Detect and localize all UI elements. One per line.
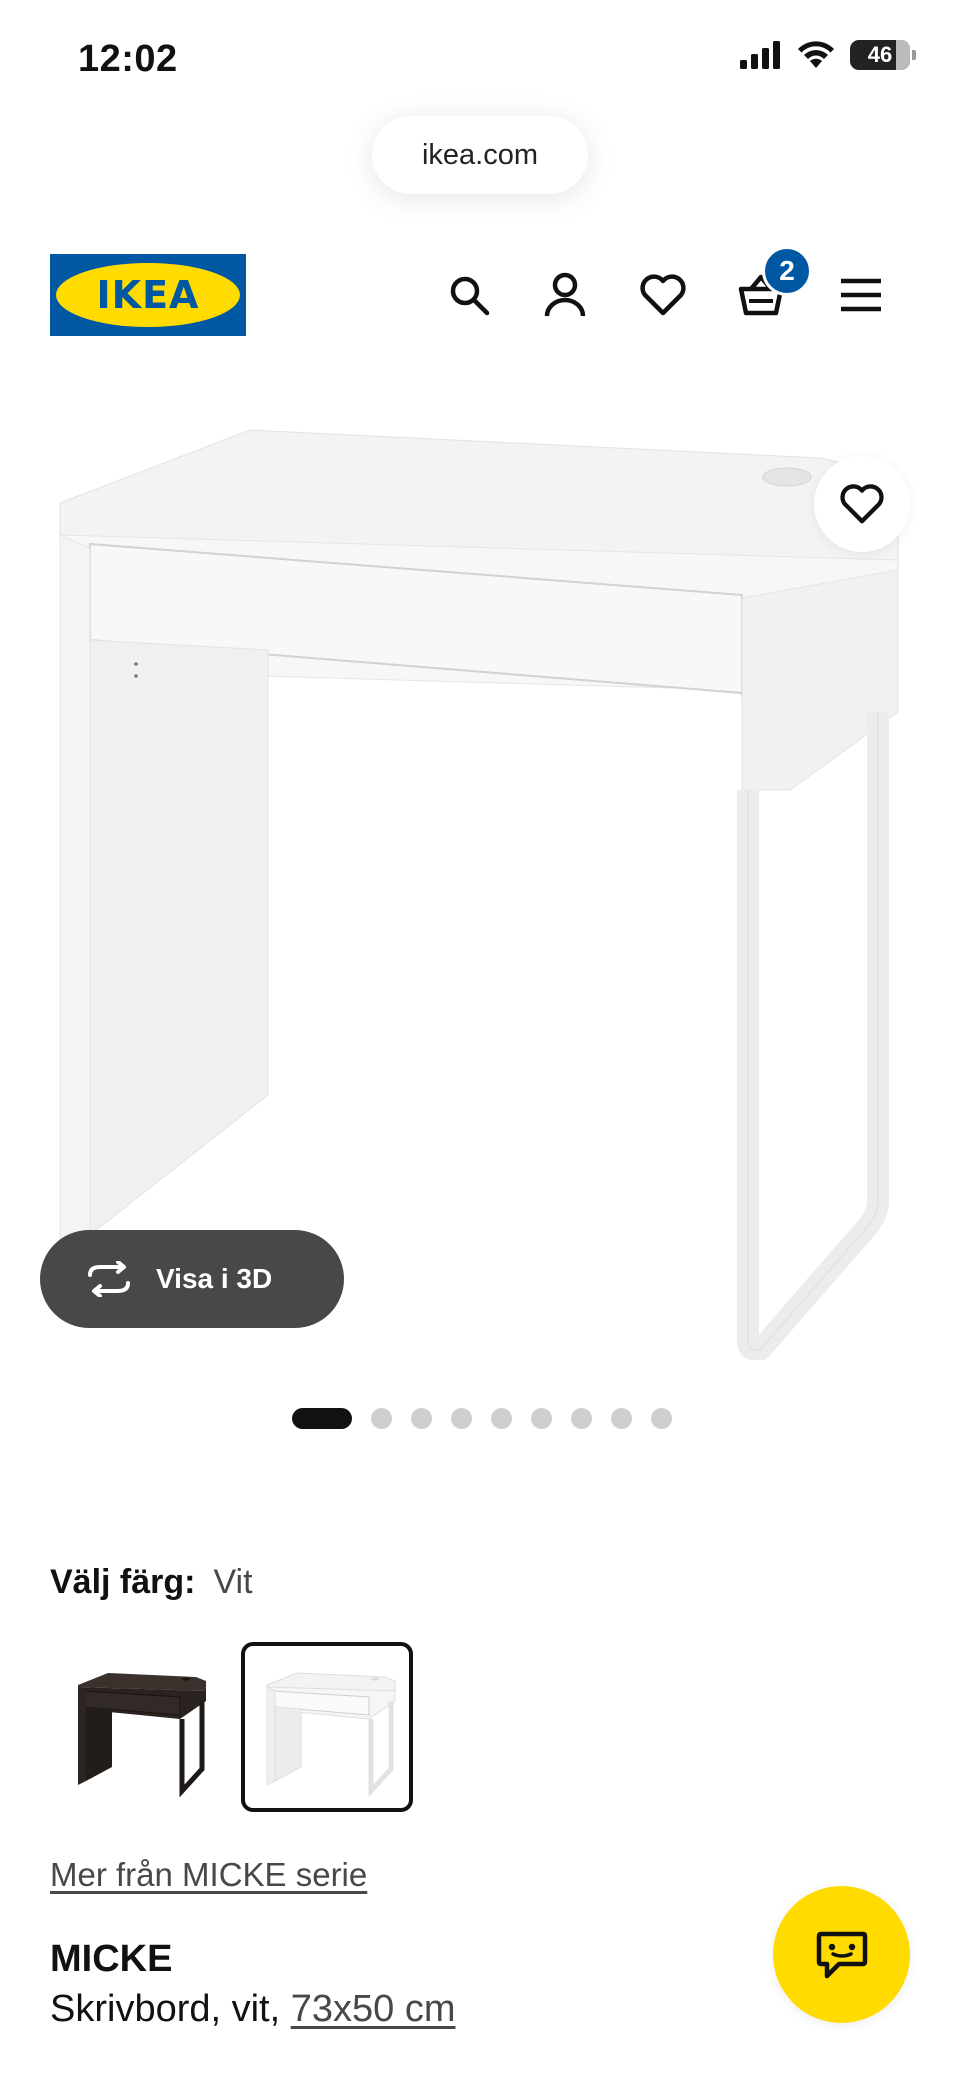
menu-icon [841,278,881,312]
chat-icon [816,1931,867,1978]
chat-button[interactable] [773,1886,910,2023]
color-label-text: Välj färg: [50,1563,196,1601]
heart-icon [840,484,884,524]
pagination-dot[interactable] [611,1408,632,1429]
cart-count-badge: 2 [762,246,812,296]
signal-icon [740,41,780,69]
favourites-button[interactable] [630,262,696,328]
view-in-3d-label: Visa i 3D [156,1263,273,1294]
pagination-dot-active[interactable] [292,1408,352,1429]
account-button[interactable] [532,262,598,328]
pagination-dot[interactable] [451,1408,472,1429]
battery-icon: 46 [850,40,910,70]
header-nav [0,262,960,328]
image-pagination [292,1408,672,1429]
search-icon [450,276,490,316]
desk-illustration [59,429,899,1362]
heart-icon [640,274,686,316]
color-option-black-brown[interactable] [52,1642,224,1812]
product-type: Skrivbord, vit, [50,1988,281,2030]
address-text: ikea.com [421,138,539,171]
pagination-dot[interactable] [411,1408,432,1429]
color-option-white[interactable] [241,1642,413,1812]
selected-color-value: Vit [213,1563,253,1601]
search-button[interactable] [436,262,502,328]
view-in-3d-button[interactable]: Visa i 3D [40,1230,344,1328]
pagination-dot[interactable] [531,1408,552,1429]
pagination-dot[interactable] [371,1408,392,1429]
status-icons: 46 [740,40,916,70]
series-link[interactable]: Mer från MICKE serie [50,1856,367,1894]
desk-thumbnail-white [266,1672,396,1797]
rotate-3d-icon [88,1261,130,1297]
color-selector-label: Välj färg: Vit [50,1563,253,1602]
desk-thumbnail-black-brown [78,1673,206,1797]
wifi-icon [798,41,834,68]
battery-nub [912,50,916,60]
menu-button[interactable] [828,262,894,328]
product-name: MICKE [50,1938,173,1980]
product-description: Skrivbord, vit, 73x50 cm [50,1988,455,2031]
save-to-favourites-button[interactable] [814,456,910,552]
product-size-link[interactable]: 73x50 cm [291,1988,456,2030]
status-time: 12:02 [78,38,178,80]
status-bar: 12:02 46 [0,0,960,110]
account-icon [544,272,586,317]
pagination-dot[interactable] [651,1408,672,1429]
product-image[interactable] [0,420,960,1362]
pagination-dot[interactable] [571,1408,592,1429]
address-bar[interactable]: ikea.com [372,116,588,194]
pagination-dot[interactable] [491,1408,512,1429]
